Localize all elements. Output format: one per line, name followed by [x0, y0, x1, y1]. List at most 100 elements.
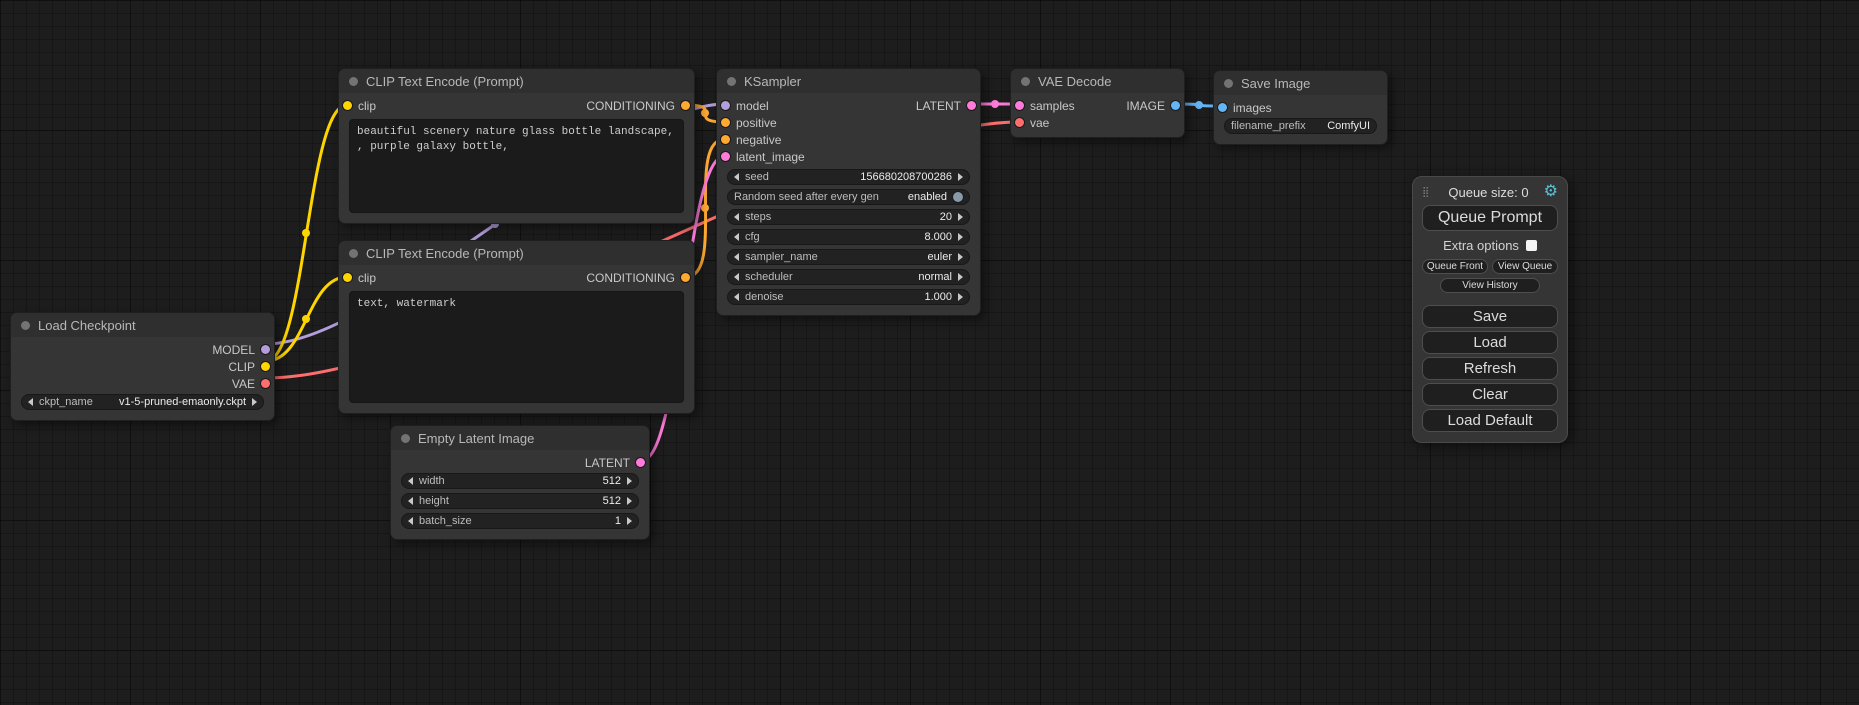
output-slot-latent[interactable]: LATENT — [916, 99, 976, 113]
load-default-button[interactable]: Load Default — [1422, 409, 1558, 432]
collapse-dot-icon[interactable] — [1021, 77, 1030, 86]
increment-arrow-icon[interactable] — [627, 477, 632, 485]
decrement-arrow-icon[interactable] — [408, 517, 413, 525]
collapse-dot-icon[interactable] — [401, 434, 410, 443]
increment-arrow-icon[interactable] — [958, 213, 963, 221]
settings-gear-icon[interactable]: ⚙ — [1544, 184, 1558, 200]
queue-prompt-button[interactable]: Queue Prompt — [1422, 205, 1558, 231]
next-value-arrow-icon[interactable] — [958, 253, 963, 261]
input-slot-positive[interactable]: positive — [721, 116, 777, 130]
input-slot-model[interactable]: model — [721, 99, 769, 113]
node-clip-text-encode-positive[interactable]: CLIP Text Encode (Prompt) clip CONDITION… — [338, 68, 695, 224]
collapse-dot-icon[interactable] — [727, 77, 736, 86]
node-title-bar[interactable]: CLIP Text Encode (Prompt) — [339, 241, 694, 265]
output-port-conditioning-icon[interactable] — [681, 101, 690, 110]
decrement-arrow-icon[interactable] — [734, 233, 739, 241]
node-title-bar[interactable]: Save Image — [1214, 71, 1387, 95]
prev-value-arrow-icon[interactable] — [28, 398, 33, 406]
node-title-bar[interactable]: KSampler — [717, 69, 980, 93]
widget-denoise[interactable]: denoise 1.000 — [727, 289, 970, 305]
input-port-clip-icon[interactable] — [343, 273, 352, 282]
output-port-vae-icon[interactable] — [261, 379, 270, 388]
output-slot-vae[interactable]: VAE — [232, 377, 270, 391]
input-slot-samples[interactable]: samples — [1015, 99, 1075, 113]
output-slot-model[interactable]: MODEL — [212, 343, 270, 357]
collapse-dot-icon[interactable] — [21, 321, 30, 330]
widget-height[interactable]: height 512 — [401, 493, 639, 509]
input-slot-vae[interactable]: vae — [1015, 116, 1049, 130]
increment-arrow-icon[interactable] — [958, 233, 963, 241]
extra-options-checkbox[interactable] — [1526, 240, 1537, 251]
output-port-model-icon[interactable] — [261, 345, 270, 354]
input-port-model-icon[interactable] — [721, 101, 730, 110]
node-title-bar[interactable]: Empty Latent Image — [391, 426, 649, 450]
widget-batch-size[interactable]: batch_size 1 — [401, 513, 639, 529]
widget-sampler-name[interactable]: sampler_name euler — [727, 249, 970, 265]
node-empty-latent-image[interactable]: Empty Latent Image LATENT width 512 heig… — [390, 425, 650, 540]
increment-arrow-icon[interactable] — [958, 293, 963, 301]
node-load-checkpoint[interactable]: Load Checkpoint MODEL CLIP VAE ckpt_name — [10, 312, 275, 421]
widget-scheduler[interactable]: scheduler normal — [727, 269, 970, 285]
output-slot-clip[interactable]: CLIP — [228, 360, 270, 374]
input-slot-latent-image[interactable]: latent_image — [721, 150, 805, 164]
next-value-arrow-icon[interactable] — [958, 273, 963, 281]
output-port-conditioning-icon[interactable] — [681, 273, 690, 282]
output-slot-image[interactable]: IMAGE — [1126, 99, 1180, 113]
increment-arrow-icon[interactable] — [627, 517, 632, 525]
decrement-arrow-icon[interactable] — [734, 213, 739, 221]
widget-seed[interactable]: seed 156680208700286 — [727, 169, 970, 185]
input-port-vae-icon[interactable] — [1015, 118, 1024, 127]
view-queue-button[interactable]: View Queue — [1492, 259, 1558, 274]
input-slot-negative[interactable]: negative — [721, 133, 781, 147]
widget-random-seed-toggle[interactable]: Random seed after every gen enabled — [727, 189, 970, 205]
input-slot-images[interactable]: images — [1218, 101, 1272, 115]
widget-steps[interactable]: steps 20 — [727, 209, 970, 225]
view-history-button[interactable]: View History — [1440, 278, 1540, 293]
output-port-image-icon[interactable] — [1171, 101, 1180, 110]
collapse-dot-icon[interactable] — [349, 249, 358, 258]
save-button[interactable]: Save — [1422, 305, 1558, 328]
node-clip-text-encode-negative[interactable]: CLIP Text Encode (Prompt) clip CONDITION… — [338, 240, 695, 414]
collapse-dot-icon[interactable] — [349, 77, 358, 86]
collapse-dot-icon[interactable] — [1224, 79, 1233, 88]
node-title-bar[interactable]: VAE Decode — [1011, 69, 1184, 93]
node-save-image[interactable]: Save Image images filename_prefix ComfyU… — [1213, 70, 1388, 145]
output-slot-conditioning[interactable]: CONDITIONING — [586, 99, 690, 113]
decrement-arrow-icon[interactable] — [734, 293, 739, 301]
drag-handle-icon[interactable]: ⣿ — [1422, 187, 1429, 198]
output-port-latent-icon[interactable] — [967, 101, 976, 110]
increment-arrow-icon[interactable] — [958, 173, 963, 181]
input-port-conditioning-icon[interactable] — [721, 118, 730, 127]
input-slot-clip[interactable]: clip — [343, 271, 376, 285]
prompt-textarea[interactable]: beautiful scenery nature glass bottle la… — [349, 119, 684, 213]
toggle-on-indicator-icon[interactable] — [953, 192, 963, 202]
widget-ckpt-name[interactable]: ckpt_name v1-5-pruned-emaonly.ckpt — [21, 394, 264, 410]
input-port-image-icon[interactable] — [1218, 103, 1227, 112]
input-port-latent-icon[interactable] — [721, 152, 730, 161]
input-slot-clip[interactable]: clip — [343, 99, 376, 113]
increment-arrow-icon[interactable] — [627, 497, 632, 505]
output-slot-latent[interactable]: LATENT — [585, 456, 645, 470]
output-port-latent-icon[interactable] — [636, 458, 645, 467]
node-ksampler[interactable]: KSampler model LATENT positive negative — [716, 68, 981, 316]
queue-front-button[interactable]: Queue Front — [1422, 259, 1488, 274]
node-title-bar[interactable]: CLIP Text Encode (Prompt) — [339, 69, 694, 93]
input-port-conditioning-icon[interactable] — [721, 135, 730, 144]
node-vae-decode[interactable]: VAE Decode samples IMAGE vae — [1010, 68, 1185, 138]
decrement-arrow-icon[interactable] — [408, 477, 413, 485]
next-value-arrow-icon[interactable] — [252, 398, 257, 406]
output-slot-conditioning[interactable]: CONDITIONING — [586, 271, 690, 285]
prompt-textarea[interactable]: text, watermark — [349, 291, 684, 403]
refresh-button[interactable]: Refresh — [1422, 357, 1558, 380]
load-button[interactable]: Load — [1422, 331, 1558, 354]
output-port-clip-icon[interactable] — [261, 362, 270, 371]
prev-value-arrow-icon[interactable] — [734, 273, 739, 281]
widget-filename-prefix[interactable]: filename_prefix ComfyUI — [1224, 118, 1377, 134]
prev-value-arrow-icon[interactable] — [734, 253, 739, 261]
widget-cfg[interactable]: cfg 8.000 — [727, 229, 970, 245]
widget-width[interactable]: width 512 — [401, 473, 639, 489]
clear-button[interactable]: Clear — [1422, 383, 1558, 406]
node-title-bar[interactable]: Load Checkpoint — [11, 313, 274, 337]
input-port-latent-icon[interactable] — [1015, 101, 1024, 110]
input-port-clip-icon[interactable] — [343, 101, 352, 110]
